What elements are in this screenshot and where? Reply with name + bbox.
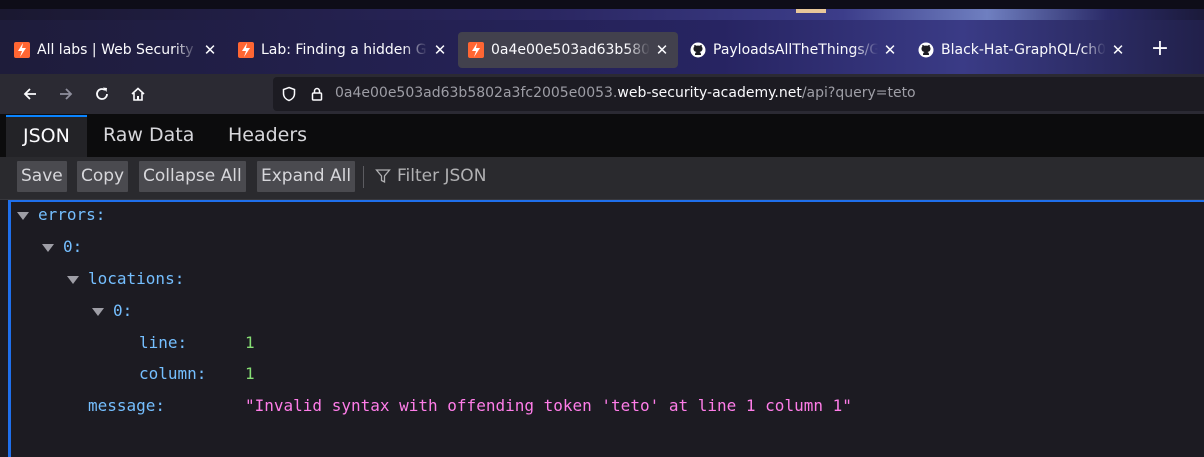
filter-json-input[interactable]: Filter JSON xyxy=(375,161,486,192)
json-value-number: 1 xyxy=(245,333,255,352)
toolbar-divider xyxy=(363,166,364,188)
tab-all-labs[interactable]: All labs | Web Security Academy ✕ xyxy=(4,32,226,68)
tab-title: Black-Hat-GraphQL/ch04 xyxy=(941,42,1106,58)
portswigger-icon xyxy=(238,42,254,58)
json-tree: errors: 0: locations: 0: line: 1 column:… xyxy=(8,200,1204,457)
tree-row-errors[interactable]: errors: xyxy=(17,203,105,227)
back-icon[interactable] xyxy=(16,80,44,108)
tab-title: All labs | Web Security Academy xyxy=(37,42,198,58)
navigation-bar: 0a4e00e503ad63b5802a3fc2005e0053.web-sec… xyxy=(0,74,1204,115)
tab-strip: All labs | Web Security Academy ✕ Lab: F… xyxy=(0,20,1204,74)
json-key: column: xyxy=(139,364,207,383)
tab-title: PayloadsAllTheThings/GraphQL Injection xyxy=(713,42,878,58)
portswigger-icon xyxy=(14,42,30,58)
tree-row-line[interactable]: line: xyxy=(139,331,187,355)
json-key: 0: xyxy=(113,301,133,320)
json-key: line: xyxy=(139,333,188,352)
tree-row-message[interactable]: message: xyxy=(88,394,165,418)
close-icon[interactable]: ✕ xyxy=(202,42,218,58)
url-prefix: 0a4e00e503ad63b5802a3fc2005e0053. xyxy=(335,85,618,101)
github-icon xyxy=(690,42,706,58)
json-key: 0: xyxy=(63,237,83,256)
tab-title: Lab: Finding a hidden GraphQL endpoint xyxy=(261,42,428,58)
url-domain: web-security-academy.net xyxy=(617,85,802,101)
home-icon[interactable] xyxy=(124,80,152,108)
github-icon xyxy=(918,42,934,58)
tab-black-hat[interactable]: Black-Hat-GraphQL/ch04 ✕ xyxy=(908,32,1134,68)
new-tab-icon[interactable]: + xyxy=(1146,36,1174,64)
json-viewer-tabs: JSON Raw Data Headers xyxy=(0,115,1204,157)
expand-toggle-icon[interactable] xyxy=(42,243,54,252)
forward-icon[interactable] xyxy=(52,80,80,108)
tree-row-location-0[interactable]: 0: xyxy=(92,299,132,323)
expand-toggle-icon[interactable] xyxy=(67,275,79,284)
expand-toggle-icon[interactable] xyxy=(17,211,29,220)
tab-headers[interactable]: Headers xyxy=(211,115,324,157)
tree-row-error-0[interactable]: 0: xyxy=(42,235,82,259)
tab-lab[interactable]: Lab: Finding a hidden GraphQL endpoint ✕ xyxy=(228,32,456,68)
desktop-wallpaper xyxy=(0,0,1204,20)
top-panel xyxy=(0,0,1204,9)
tree-row-column[interactable]: column: xyxy=(139,362,206,386)
json-key: locations: xyxy=(88,269,185,288)
lock-icon[interactable] xyxy=(309,86,325,102)
json-value-number: 1 xyxy=(245,364,255,383)
url-path: /api?query=teto xyxy=(801,85,916,101)
copy-button[interactable]: Copy xyxy=(77,161,129,192)
close-icon[interactable]: ✕ xyxy=(432,42,448,58)
json-key: errors: xyxy=(38,205,106,224)
close-icon[interactable]: ✕ xyxy=(1110,42,1126,58)
tree-row-locations[interactable]: locations: xyxy=(67,267,184,291)
url-text[interactable]: 0a4e00e503ad63b5802a3fc2005e0053.web-sec… xyxy=(335,85,916,101)
filter-placeholder: Filter JSON xyxy=(397,166,487,186)
collapse-all-button[interactable]: Collapse All xyxy=(139,161,246,192)
json-toolbar: Save Copy Collapse All Expand All Filter… xyxy=(0,157,1204,200)
close-icon[interactable]: ✕ xyxy=(654,42,670,58)
tab-api-active[interactable]: 0a4e00e503ad63b5802a3fc2005e0053.web-sec… xyxy=(458,32,678,68)
json-key: message: xyxy=(88,396,166,415)
tab-title: 0a4e00e503ad63b5802a3fc2005e0053.web-sec… xyxy=(491,42,650,58)
save-button[interactable]: Save xyxy=(17,161,67,192)
json-value-string: "Invalid syntax with offending token 'te… xyxy=(245,396,852,415)
tracking-protection-icon[interactable] xyxy=(281,86,297,102)
portswigger-icon xyxy=(468,42,484,58)
address-bar[interactable]: 0a4e00e503ad63b5802a3fc2005e0053.web-sec… xyxy=(273,77,1204,111)
panel-indicator xyxy=(796,9,826,13)
tab-payloads[interactable]: PayloadsAllTheThings/GraphQL Injection ✕ xyxy=(680,32,906,68)
reload-icon[interactable] xyxy=(88,80,116,108)
close-icon[interactable]: ✕ xyxy=(882,42,898,58)
filter-icon xyxy=(375,169,391,184)
expand-all-button[interactable]: Expand All xyxy=(257,161,356,192)
tab-json[interactable]: JSON xyxy=(6,115,87,157)
expand-toggle-icon[interactable] xyxy=(92,307,104,316)
tab-raw-data[interactable]: Raw Data xyxy=(86,115,211,157)
